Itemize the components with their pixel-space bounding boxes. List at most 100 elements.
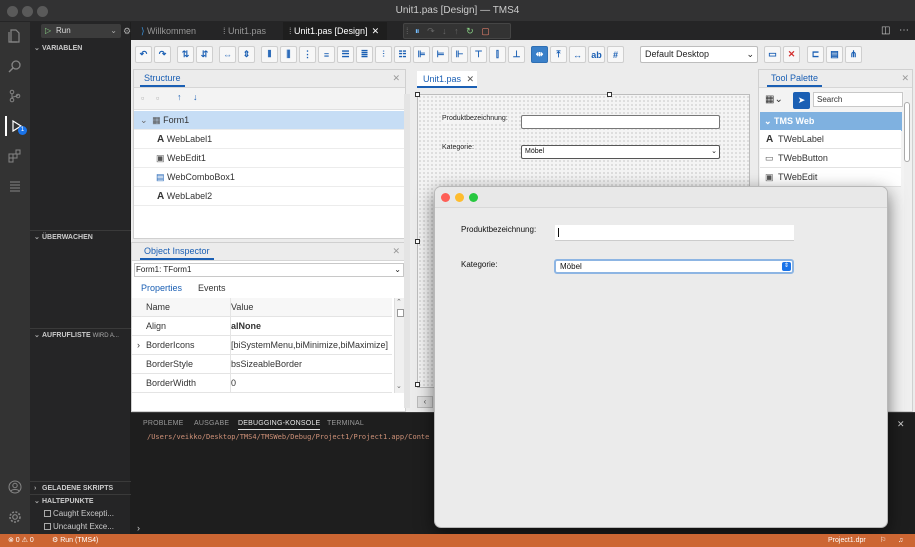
prop-value[interactable]: alNone (230, 317, 393, 336)
tree-item-weblabel2[interactable]: A WebLabel2 (134, 187, 406, 206)
hash-icon[interactable]: # (607, 46, 624, 63)
palette-search-input[interactable]: Search (813, 92, 903, 107)
list-icon[interactable] (5, 176, 25, 196)
align-middle-icon[interactable]: ⫿ (489, 46, 506, 63)
close-tab-icon[interactable]: ✕ (467, 74, 475, 84)
device-select[interactable]: Default Desktop ⌄ (640, 46, 758, 63)
folder-icon[interactable]: ▫ (156, 93, 159, 103)
notifications-bell-icon[interactable]: ♫ (898, 534, 903, 547)
tab-willkommen[interactable]: ⟩ Willkommen (135, 22, 217, 40)
minimize-window-icon[interactable] (455, 193, 464, 202)
expand-icon[interactable]: › (137, 336, 140, 355)
explorer-icon[interactable] (5, 26, 25, 46)
prop-row-bordericons[interactable]: › BorderIcons [biSystemMenu,biMinimize,b… (132, 336, 392, 355)
designer-tab[interactable]: Unit1.pas ✕ (417, 71, 477, 88)
scroll-down-icon[interactable]: ⌄ (396, 382, 402, 390)
callstack-section-header[interactable]: ⌄ AUFRUFLISTE WIRD A... (30, 328, 131, 342)
account-icon[interactable] (5, 477, 25, 497)
list-icon[interactable]: ☷ (394, 46, 411, 63)
palette-title[interactable]: Tool Palette (767, 71, 823, 87)
collapse-icon[interactable]: ⌄ (140, 115, 148, 125)
designer-splitter[interactable] (404, 94, 410, 408)
breakpoint-caught[interactable]: Caught Excepti... (44, 509, 114, 518)
center-vertical-icon[interactable]: ⤒ (550, 46, 567, 63)
app-produkt-input[interactable] (555, 225, 794, 241)
prop-value[interactable]: bsSizeableBorder (230, 355, 393, 374)
close-panel-icon[interactable]: ✕ (392, 246, 400, 257)
prop-row-borderwidth[interactable]: BorderWidth 0 (132, 374, 392, 393)
tree-icon[interactable]: ⋔ (845, 46, 862, 63)
resize-handle[interactable] (415, 382, 420, 387)
prop-row-borderstyle[interactable]: BorderStyle bsSizeableBorder (132, 355, 392, 374)
tab-terminal[interactable]: TERMINAL (327, 420, 364, 427)
space-horizontal-icon[interactable]: ⫼ (280, 46, 297, 63)
scripts-section-header[interactable]: › GELADENE SKRIPTS (30, 481, 131, 495)
breakpoint-uncaught[interactable]: Uncaught Exce... (44, 522, 114, 531)
restart-icon[interactable]: ↻ (466, 26, 474, 36)
undo-icon[interactable]: ↶ (135, 46, 152, 63)
prop-row-align[interactable]: Align alNone (132, 317, 392, 336)
pause-icon[interactable]: ⏸ (415, 26, 420, 36)
designer-scroll-left[interactable]: ‹ (417, 396, 433, 408)
close-window-icon[interactable] (441, 193, 450, 202)
palette-item-tweblabel[interactable]: A TWebLabel (760, 130, 901, 149)
problems-status[interactable]: ⊗ 0 ⚠ 0 (8, 534, 34, 547)
run-debug-icon[interactable]: 1 (5, 116, 27, 136)
inspector-object-select[interactable]: Form1: TForm1 ⌄ (134, 263, 404, 277)
variables-section-header[interactable]: ⌄ VARIABLEN (30, 42, 131, 56)
inspector-title[interactable]: Object Inspector (140, 244, 214, 260)
align-right-icon[interactable]: ⊩ (451, 46, 468, 63)
space-equal-icon[interactable]: ⋮ (299, 46, 316, 63)
step-out-icon[interactable]: ↑ (454, 26, 459, 36)
tab-properties[interactable]: Properties (141, 283, 182, 293)
step-into-icon[interactable]: ↓ (442, 26, 447, 36)
play-icon[interactable]: ▷ (45, 25, 51, 37)
drag-handle-icon[interactable]: ⁞ (404, 26, 409, 36)
scroll-thumb[interactable] (397, 309, 404, 317)
watch-section-header[interactable]: ⌄ ÜBERWACHEN (30, 230, 131, 244)
design-label-produkt[interactable]: Produktbezeichnung: (442, 115, 508, 122)
add-icon[interactable]: ▫ (141, 93, 144, 103)
close-panel-icon[interactable]: ✕ (392, 73, 400, 84)
tab-unit1-design[interactable]: ⁞ Unit1.pas [Design] ✕ (283, 22, 387, 40)
tab-problems[interactable]: PROBLEME (143, 420, 184, 427)
select-stepper-icon[interactable]: ⇕ (782, 262, 791, 271)
tree-item-weblabel1[interactable]: A WebLabel1 (134, 130, 406, 149)
align-bottom-icon[interactable]: ⇵ (196, 46, 213, 63)
align-center-icon[interactable]: ⊨ (432, 46, 449, 63)
width-icon[interactable]: ↔ (569, 46, 586, 63)
zoom-window-icon[interactable] (469, 193, 478, 202)
step-over-icon[interactable]: ↷ (427, 26, 435, 36)
center-horizontal-icon[interactable]: ⇹ (531, 46, 548, 63)
size-icon[interactable]: ⇔ (219, 46, 236, 63)
resize-handle[interactable] (607, 92, 612, 97)
feedback-icon[interactable]: ⚐ (880, 534, 886, 547)
scroll-thumb[interactable] (904, 102, 910, 162)
tab-output[interactable]: AUSGABE (194, 420, 229, 427)
move-down-icon[interactable]: ↓ (193, 92, 198, 102)
tree-item-webedit1[interactable]: ▣ WebEdit1 (134, 149, 406, 168)
close-panel-icon[interactable]: ✕ (897, 419, 905, 430)
debug-config-gear-icon[interactable]: ⚙ (123, 26, 131, 37)
tab-unit1-pas[interactable]: ⁞ Unit1.pas (217, 22, 283, 40)
space-decrease-icon[interactable]: ≡ (318, 46, 335, 63)
more-actions-icon[interactable]: ⋯ (899, 25, 909, 36)
layout-icon[interactable]: ▤ (826, 46, 843, 63)
space-remove-icon[interactable]: ≣ (356, 46, 373, 63)
run-config-select[interactable]: ▷ Run ⌄ (41, 24, 121, 38)
resize-handle[interactable] (415, 239, 420, 244)
space-vertical-icon[interactable]: ⫶ (375, 46, 392, 63)
space-increase-icon[interactable]: ☰ (337, 46, 354, 63)
project-status[interactable]: Project1.dpr (828, 534, 866, 547)
tree-item-webcombobox1[interactable]: ▤ WebComboBox1 (134, 168, 406, 187)
hierarchy-icon[interactable]: ⊏ (807, 46, 824, 63)
delete-icon[interactable]: ✕ (783, 46, 800, 63)
move-up-icon[interactable]: ↑ (177, 92, 182, 102)
align-bottom-edge-icon[interactable]: ⊥ (508, 46, 525, 63)
view-mode-icon[interactable]: ▦⌄ (765, 94, 783, 105)
palette-scrollbar[interactable] (904, 90, 912, 410)
breakpoints-section-header[interactable]: ⌄ HALTEPUNKTE (30, 494, 131, 508)
prop-value[interactable]: 0 (230, 374, 393, 393)
scroll-up-icon[interactable]: ⌃ (396, 298, 402, 306)
pointer-icon[interactable]: ➤ (793, 92, 810, 109)
